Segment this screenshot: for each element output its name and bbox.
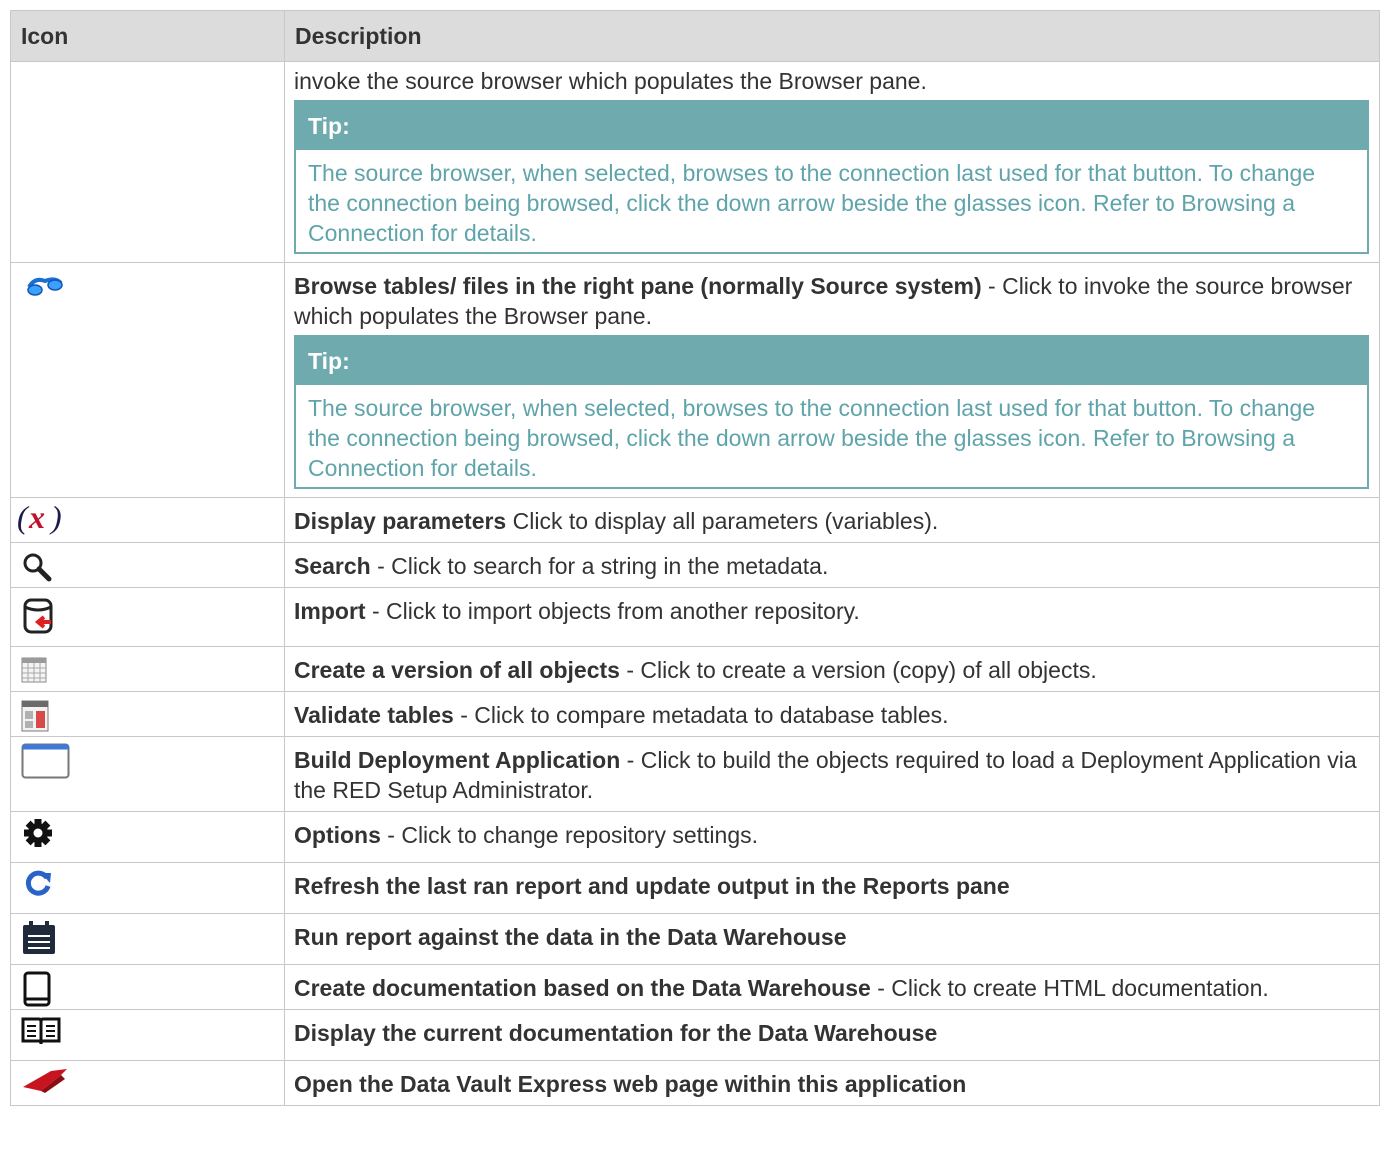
icon-cell xyxy=(10,913,285,965)
description-cell: Browse tables/ files in the right pane (… xyxy=(284,262,1380,498)
description-text: - Click to search for a string in the me… xyxy=(370,553,829,579)
database-import-icon xyxy=(21,596,65,640)
description-cell: invoke the source browser which populate… xyxy=(284,61,1380,263)
icon-description-table: Icon Description invoke the source brows… xyxy=(10,10,1380,1106)
description-text: - Click to import objects from another r… xyxy=(365,598,860,624)
table-row: Create a version of all objects - Click … xyxy=(10,646,1380,692)
description-text: Click to display all parameters (variabl… xyxy=(506,508,939,534)
book-open-icon xyxy=(21,1016,65,1060)
tip-box: Tip: The source browser, when selected, … xyxy=(294,100,1369,254)
description-title: Refresh the last ran report and update o… xyxy=(294,873,1010,899)
icon-cell xyxy=(10,736,285,812)
table-header-row: Icon Description xyxy=(10,10,1380,62)
svg-text:x: x xyxy=(28,499,45,535)
description-title: Display parameters xyxy=(294,508,507,534)
parameters-x-icon: ( x ) xyxy=(17,499,62,543)
description-title: Build Deployment Application xyxy=(294,747,621,773)
icon-cell xyxy=(10,542,285,588)
description-title: Create a version of all objects xyxy=(294,657,620,683)
table-row: Import - Click to import objects from an… xyxy=(10,587,1380,647)
description-cell: Display parameters Click to display all … xyxy=(284,497,1380,543)
description-title: Browse tables/ files in the right pane (… xyxy=(294,273,982,299)
icon-cell: ( x ) xyxy=(10,497,285,543)
tip-body: The source browser, when selected, brows… xyxy=(308,160,1316,246)
refresh-icon xyxy=(23,869,67,913)
description-title: Create documentation based on the Data W… xyxy=(294,975,871,1001)
table-row: Options - Click to change repository set… xyxy=(10,811,1380,863)
tip-box: Tip: The source browser, when selected, … xyxy=(294,335,1369,489)
description-title: Run report against the data in the Data … xyxy=(294,924,847,950)
icon-cell xyxy=(10,1060,285,1109)
table-row: Search - Click to search for a string in… xyxy=(10,542,1380,588)
tip-title: Tip: xyxy=(296,337,1367,385)
table-row: invoke the source browser which populate… xyxy=(10,61,1380,263)
description-text: - Click to create HTML documentation. xyxy=(870,975,1269,1001)
description-cell: Display the current documentation for th… xyxy=(284,1009,1380,1061)
description-text: invoke the source browser which populate… xyxy=(294,68,927,94)
icon-cell xyxy=(10,811,285,863)
description-cell: Options - Click to change repository set… xyxy=(284,811,1380,863)
description-cell: Import - Click to import objects from an… xyxy=(284,587,1380,647)
description-title: Display the current documentation for th… xyxy=(294,1020,938,1046)
icon-cell xyxy=(10,262,285,498)
icon-cell xyxy=(10,862,285,914)
description-title: Open the Data Vault Express web page wit… xyxy=(294,1071,967,1097)
description-title: Validate tables xyxy=(294,702,454,728)
icon-cell xyxy=(10,587,285,647)
icon-column-header: Icon xyxy=(10,10,285,62)
icon-cell xyxy=(10,691,285,737)
table-row: ( x ) Display parameters Click to displa… xyxy=(10,497,1380,543)
tip-title: Tip: xyxy=(296,102,1367,150)
description-cell: Create a version of all objects - Click … xyxy=(284,646,1380,692)
tip-body: The source browser, when selected, brows… xyxy=(308,395,1316,481)
description-cell: Build Deployment Application - Click to … xyxy=(284,736,1380,812)
window-icon xyxy=(21,743,70,787)
glasses-icon xyxy=(25,273,69,317)
description-column-header: Description xyxy=(284,10,1380,62)
description-cell: Search - Click to search for a string in… xyxy=(284,542,1380,588)
table-row: Display the current documentation for th… xyxy=(10,1009,1380,1061)
icon-cell xyxy=(10,646,285,692)
icon-cell xyxy=(10,964,285,1010)
description-title: Search xyxy=(294,553,371,579)
table-row: Open the Data Vault Express web page wit… xyxy=(10,1060,1380,1109)
description-cell: Validate tables - Click to compare metad… xyxy=(284,691,1380,737)
icon-cell xyxy=(10,61,285,263)
icon-cell xyxy=(10,1009,285,1061)
description-title: Options xyxy=(294,822,381,848)
report-calendar-icon xyxy=(21,920,65,964)
description-cell: Refresh the last ran report and update o… xyxy=(284,862,1380,914)
dve-logo-icon xyxy=(21,1065,67,1109)
table-row: Create documentation based on the Data W… xyxy=(10,964,1380,1010)
description-cell: Run report against the data in the Data … xyxy=(284,913,1380,965)
table-row: Refresh the last ran report and update o… xyxy=(10,862,1380,914)
gear-icon xyxy=(23,818,67,862)
book-closed-icon xyxy=(23,971,67,1015)
table-row: Run report against the data in the Data … xyxy=(10,913,1380,965)
description-title: Import xyxy=(294,598,366,624)
table-row: Browse tables/ files in the right pane (… xyxy=(10,262,1380,498)
description-cell: Create documentation based on the Data W… xyxy=(284,964,1380,1010)
description-text: - Click to compare metadata to database … xyxy=(453,702,949,728)
svg-text:): ) xyxy=(49,499,62,535)
description-text: - Click to create a version (copy) of al… xyxy=(619,657,1097,683)
description-cell: Open the Data Vault Express web page wit… xyxy=(284,1060,1380,1106)
description-text: - Click to change repository settings. xyxy=(380,822,758,848)
table-row: Build Deployment Application - Click to … xyxy=(10,736,1380,812)
table-row: Validate tables - Click to compare metad… xyxy=(10,691,1380,737)
